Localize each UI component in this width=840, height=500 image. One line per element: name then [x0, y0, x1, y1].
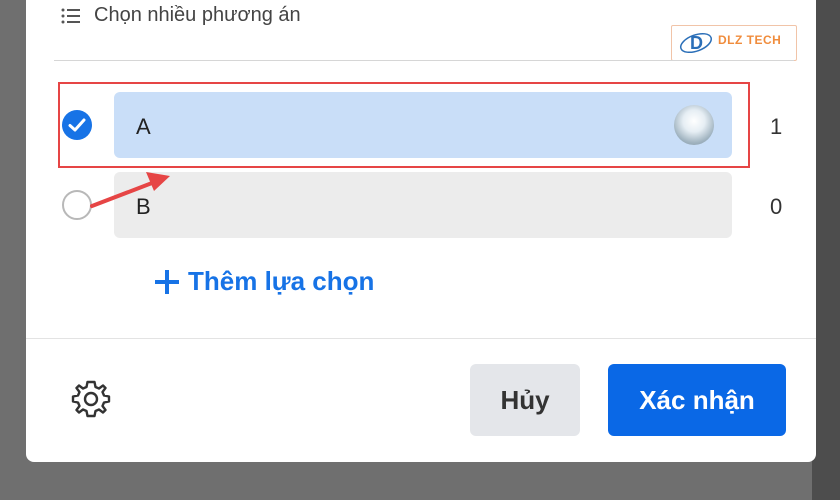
annotation-arrow [90, 172, 170, 208]
